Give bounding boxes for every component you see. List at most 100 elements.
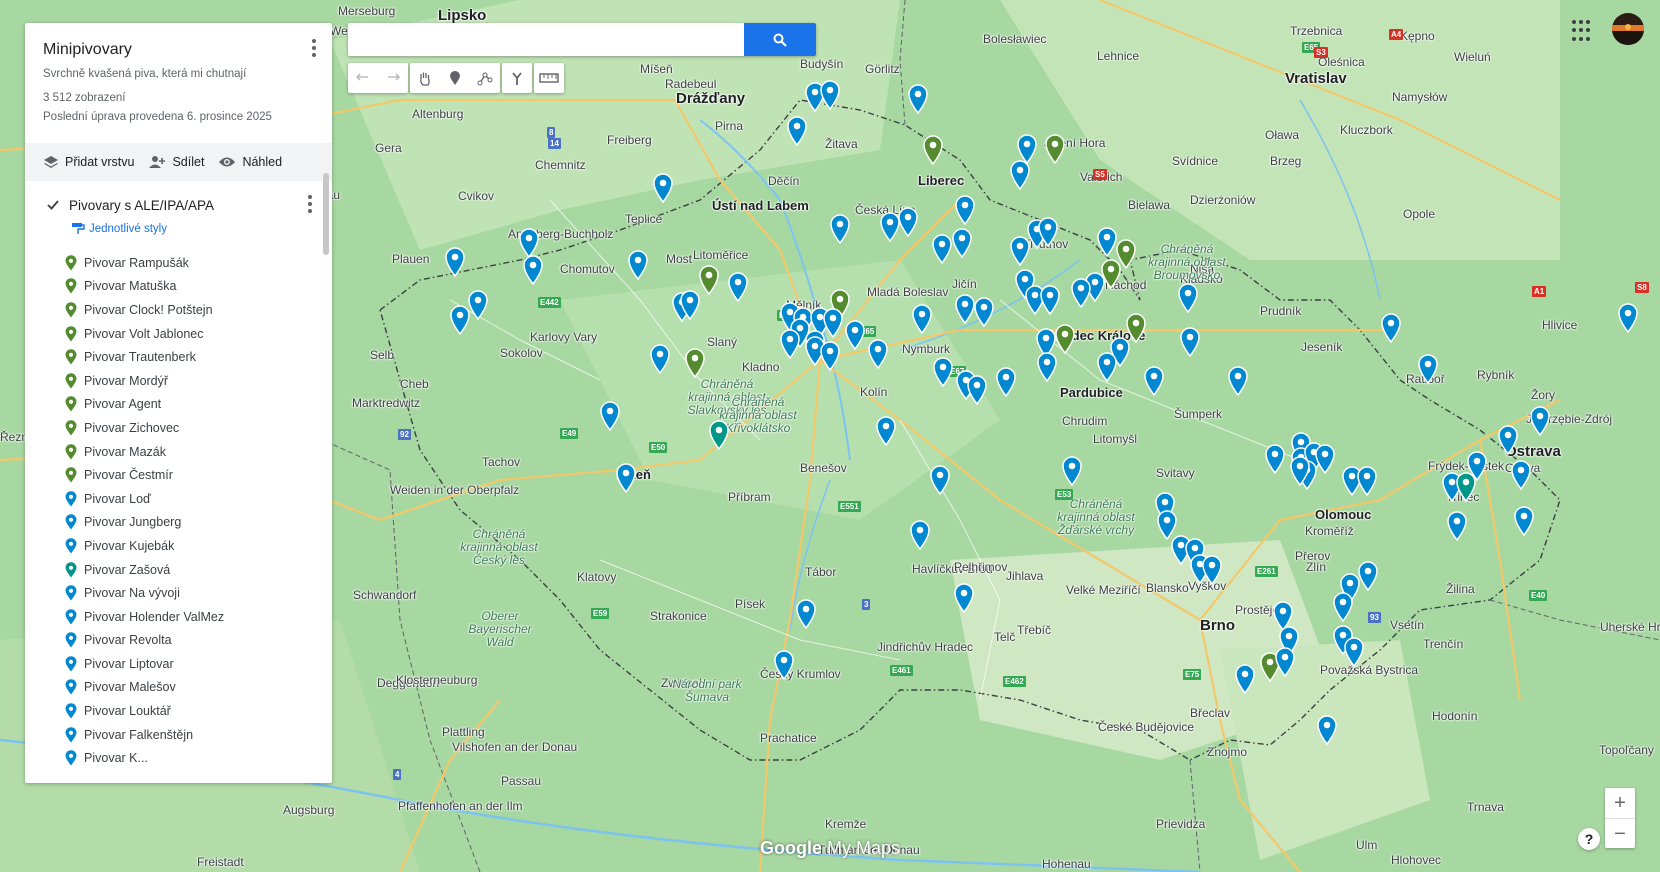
layer-item[interactable]: Pivovar Falkenštějn [25, 723, 332, 747]
map-marker-icon[interactable] [954, 195, 976, 225]
map-marker-icon[interactable] [907, 84, 929, 114]
layer-item[interactable]: Pivovar K... [25, 746, 332, 770]
map-marker-icon[interactable] [867, 339, 889, 369]
layer-item[interactable]: Pivovar Zašová [25, 558, 332, 582]
map-marker-icon[interactable] [1039, 285, 1061, 315]
map-marker-icon[interactable] [1234, 664, 1256, 694]
map-marker-icon[interactable] [973, 297, 995, 327]
add-marker-button[interactable] [440, 63, 470, 93]
map-marker-icon[interactable] [1510, 460, 1532, 490]
map-marker-icon[interactable] [1264, 444, 1286, 474]
map-marker-icon[interactable] [1037, 217, 1059, 247]
zoom-in-button[interactable]: + [1605, 788, 1635, 818]
map-marker-icon[interactable] [966, 375, 988, 405]
pan-tool-button[interactable] [410, 63, 440, 93]
map-marker-icon[interactable] [953, 583, 975, 613]
map-marker-icon[interactable] [819, 341, 841, 371]
map-marker-icon[interactable] [1177, 283, 1199, 313]
help-button[interactable]: ? [1578, 828, 1600, 850]
layer-item[interactable]: Pivovar Mordýř [25, 369, 332, 393]
undo-button[interactable] [348, 63, 378, 93]
map-marker-icon[interactable] [819, 80, 841, 110]
map-marker-icon[interactable] [911, 304, 933, 334]
map-options-menu-icon[interactable] [310, 39, 318, 59]
share-button[interactable]: Sdílet [148, 154, 204, 170]
directions-button[interactable] [502, 63, 532, 93]
layer-name[interactable]: Pivovary s ALE/IPA/APA [69, 198, 214, 213]
measure-button[interactable] [534, 63, 564, 93]
map-marker-icon[interactable] [615, 463, 637, 493]
map-marker-icon[interactable] [1227, 366, 1249, 396]
google-apps-icon[interactable] [1570, 18, 1596, 44]
map-marker-icon[interactable] [1417, 354, 1439, 384]
map-marker-icon[interactable] [599, 401, 621, 431]
map-marker-icon[interactable] [1343, 637, 1365, 667]
map-marker-icon[interactable] [1289, 456, 1311, 486]
map-marker-icon[interactable] [1070, 278, 1092, 308]
layer-item[interactable]: Pivovar Kujebák [25, 534, 332, 558]
map-marker-icon[interactable] [1617, 303, 1639, 333]
layer-options-menu-icon[interactable] [306, 195, 314, 215]
layer-item[interactable]: Pivovar Rampušák [25, 251, 332, 275]
map-marker-icon[interactable] [1455, 472, 1477, 502]
map-marker-icon[interactable] [897, 207, 919, 237]
preview-button[interactable]: Náhled [218, 155, 282, 169]
map-marker-icon[interactable] [931, 234, 953, 264]
map-marker-icon[interactable] [518, 228, 540, 258]
layer-item[interactable]: Pivovar Trautenberk [25, 345, 332, 369]
search-button[interactable] [744, 23, 816, 56]
map-marker-icon[interactable] [1179, 327, 1201, 357]
layer-style-link[interactable]: Jednotlivé styly [25, 220, 332, 238]
layer-item[interactable]: Pivovar Na vývoji [25, 581, 332, 605]
map-marker-icon[interactable] [1314, 444, 1336, 474]
map-marker-icon[interactable] [779, 329, 801, 359]
map-marker-icon[interactable] [1274, 647, 1296, 677]
map-marker-icon[interactable] [649, 344, 671, 374]
map-marker-icon[interactable] [1125, 313, 1147, 343]
map-marker-icon[interactable] [708, 420, 730, 450]
map-marker-icon[interactable] [1497, 425, 1519, 455]
layer-item[interactable]: Pivovar Loď [25, 487, 332, 511]
map-marker-icon[interactable] [684, 348, 706, 378]
map-title[interactable]: Minipivovary [43, 41, 314, 59]
map-marker-icon[interactable] [1061, 456, 1083, 486]
map-marker-icon[interactable] [627, 250, 649, 280]
map-marker-icon[interactable] [1143, 366, 1165, 396]
map-marker-icon[interactable] [467, 290, 489, 320]
map-marker-icon[interactable] [444, 247, 466, 277]
map-marker-icon[interactable] [1009, 236, 1031, 266]
map-marker-icon[interactable] [1356, 466, 1378, 496]
layer-item[interactable]: Pivovar Jungberg [25, 511, 332, 535]
layer-item[interactable]: Pivovar Matuška [25, 275, 332, 299]
layer-item[interactable]: Pivovar Agent [25, 393, 332, 417]
map-marker-icon[interactable] [727, 272, 749, 302]
account-avatar[interactable] [1612, 13, 1644, 45]
redo-button[interactable] [378, 63, 408, 93]
map-marker-icon[interactable] [1446, 511, 1468, 541]
map-marker-icon[interactable] [773, 650, 795, 680]
add-layer-button[interactable]: Přidat vrstvu [43, 154, 134, 170]
map-marker-icon[interactable] [1054, 324, 1076, 354]
layer-item[interactable]: Pivovar Holender ValMez [25, 605, 332, 629]
map-marker-icon[interactable] [1316, 715, 1338, 745]
map-marker-icon[interactable] [922, 135, 944, 165]
layer-item[interactable]: Pivovar Zichovec [25, 416, 332, 440]
map-marker-icon[interactable] [1201, 555, 1223, 585]
map-marker-icon[interactable] [679, 290, 701, 320]
map-marker-icon[interactable] [909, 520, 931, 550]
map-marker-icon[interactable] [786, 116, 808, 146]
map-marker-icon[interactable] [875, 416, 897, 446]
layer-item[interactable]: Pivovar Louktář [25, 699, 332, 723]
map-marker-icon[interactable] [795, 599, 817, 629]
map-marker-icon[interactable] [698, 265, 720, 295]
map-marker-icon[interactable] [1332, 592, 1354, 622]
map-marker-icon[interactable] [1529, 406, 1551, 436]
layer-item[interactable]: Pivovar Revolta [25, 629, 332, 653]
map-marker-icon[interactable] [1044, 134, 1066, 164]
map-marker-icon[interactable] [1009, 160, 1031, 190]
map-marker-icon[interactable] [951, 228, 973, 258]
layer-item[interactable]: Pivovar Liptovar [25, 652, 332, 676]
layer-item[interactable]: Pivovar Malešov [25, 676, 332, 700]
layer-item[interactable]: Pivovar Mazák [25, 440, 332, 464]
layer-item[interactable]: Pivovar Clock! Potštejn [25, 298, 332, 322]
